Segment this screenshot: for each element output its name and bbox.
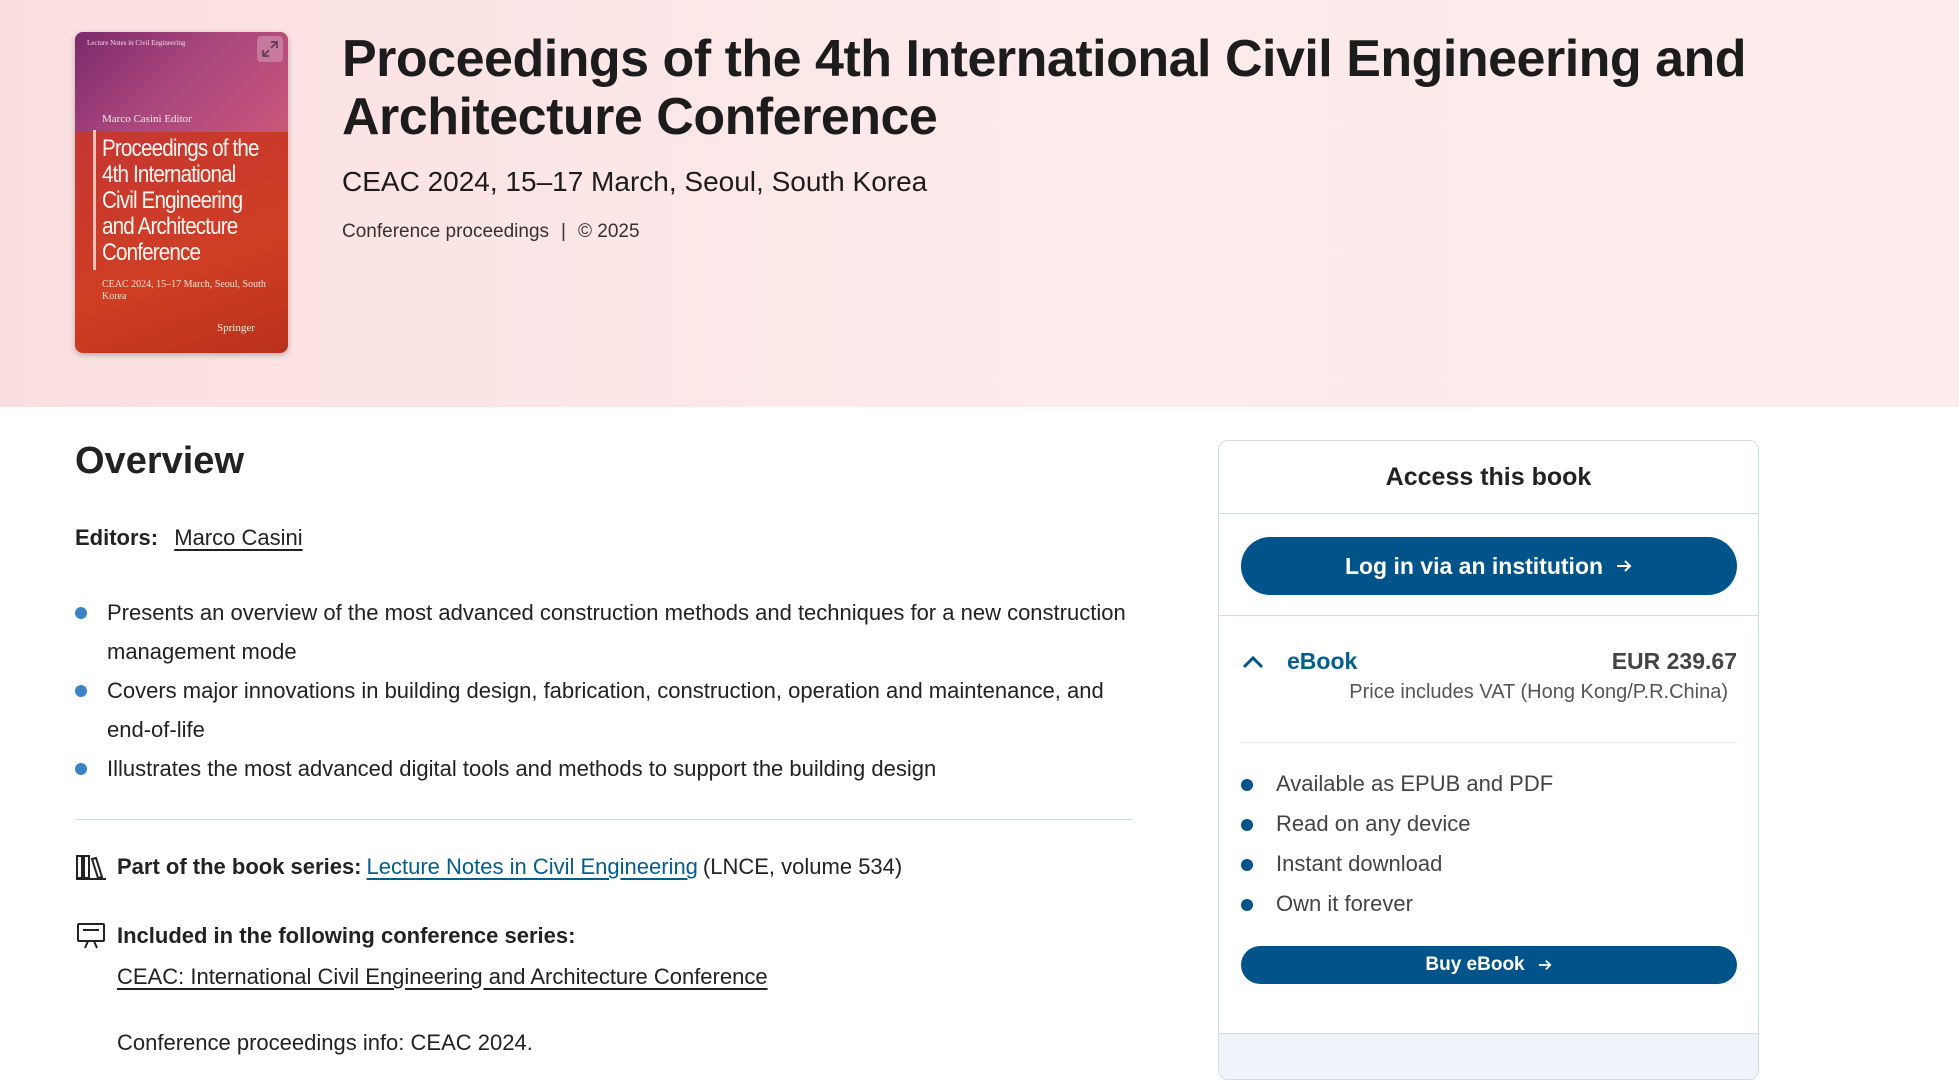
conference-link[interactable]: CEAC: International Civil Engineering an… <box>117 964 768 990</box>
list-item: Illustrates the most advanced digital to… <box>75 749 1145 788</box>
editor-link[interactable]: Marco Casini <box>174 525 302 550</box>
divider <box>75 819 1133 820</box>
arrow-right-icon <box>1617 560 1632 572</box>
book-cover[interactable]: Lecture Notes in Civil Engineering Marco… <box>75 32 288 353</box>
book-subtitle: CEAC 2024, 15–17 March, Seoul, South Kor… <box>342 166 928 197</box>
overview-bullets: Presents an overview of the most advance… <box>75 593 1145 788</box>
arrow-right-icon <box>1538 960 1552 970</box>
cover-series: Lecture Notes in Civil Engineering <box>87 39 186 47</box>
series-link[interactable]: Lecture Notes in Civil Engineering <box>367 854 698 880</box>
ebook-price: EUR 239.67 <box>1611 648 1737 674</box>
ebook-label: eBook <box>1287 648 1358 674</box>
page-title: Proceedings of the 4th International Civ… <box>342 30 1747 146</box>
editors-label: Editors: <box>75 525 159 550</box>
books-icon <box>76 855 106 880</box>
institution-login-button[interactable]: Log in via an institution <box>1241 537 1737 595</box>
cover-accent-bar <box>93 130 96 270</box>
ebook-features: Available as EPUB and PDF Read on any de… <box>1241 764 1553 924</box>
vat-note: Price includes VAT (Hong Kong/P.R.China) <box>1349 681 1728 703</box>
book-hero: Lecture Notes in Civil Engineering Marco… <box>0 0 1959 407</box>
content-type: Conference proceedings <box>342 221 550 242</box>
list-item: Read on any device <box>1241 804 1553 844</box>
conference-info: Conference proceedings info: CEAC 2024. <box>117 1030 533 1055</box>
series-label: Part of the book series: <box>117 854 362 879</box>
cover-editor: Marco Casini Editor <box>102 113 192 125</box>
series-suffix: (LNCE, volume 534) <box>702 854 903 879</box>
conference-label: Included in the following conference ser… <box>117 923 576 948</box>
presentation-icon <box>77 923 105 949</box>
list-item: Instant download <box>1241 844 1553 884</box>
list-item: Available as EPUB and PDF <box>1241 764 1553 804</box>
list-item: Presents an overview of the most advance… <box>75 593 1145 671</box>
meta-separator: | <box>561 221 566 242</box>
access-panel-footer <box>1219 1033 1758 1079</box>
ebook-option[interactable]: eBook EUR 239.67 <box>1241 648 1737 678</box>
conference-series: Included in the following conference ser… <box>75 920 575 952</box>
login-button-label: Log in via an institution <box>1344 552 1604 579</box>
chevron-up-icon[interactable] <box>1241 650 1265 674</box>
editors: Editors: Marco Casini <box>75 525 303 551</box>
buy-ebook-button[interactable]: Buy eBook <box>1241 946 1737 984</box>
copyright: © 2025 <box>577 221 640 242</box>
access-heading: Access this book <box>1219 441 1758 514</box>
book-series: Part of the book series: Lecture Notes i… <box>75 852 902 882</box>
buy-button-label: Buy eBook <box>1425 954 1525 975</box>
list-item: Own it forever <box>1241 884 1553 924</box>
cover-publisher: Springer <box>217 322 255 334</box>
access-panel: Access this book Log in via an instituti… <box>1218 440 1759 1080</box>
divider <box>1241 742 1737 743</box>
overview-heading: Overview <box>75 440 244 482</box>
cover-title: Proceedings of the 4th International Civ… <box>102 135 260 266</box>
book-meta: Conference proceedings | © 2025 <box>342 221 640 243</box>
divider <box>1219 615 1758 616</box>
list-item: Covers major innovations in building des… <box>75 671 1145 749</box>
cover-subtitle: CEAC 2024, 15–17 March, Seoul, South Kor… <box>102 279 266 302</box>
expand-icon[interactable] <box>257 36 283 62</box>
